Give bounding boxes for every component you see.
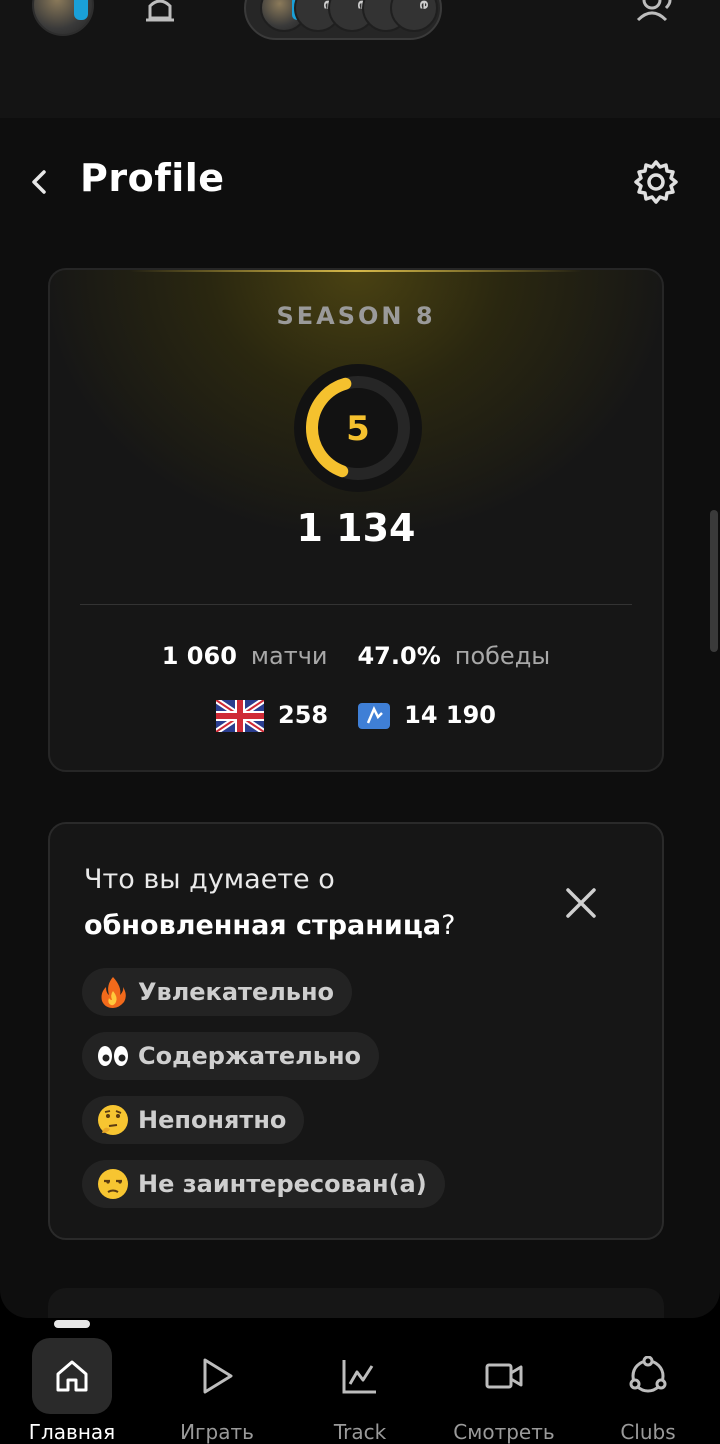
nav-label: Играть [180,1420,254,1444]
feedback-option-informative[interactable]: Содержательно [82,1032,380,1080]
match-stats: 1 060 матчи 47.0% победы [50,642,662,670]
friends-icon[interactable] [634,0,680,30]
party-widget[interactable]: ue ue ue ue [244,0,442,40]
feedback-subject: обновленная страница [84,910,442,941]
option-label: Содержательно [138,1042,362,1070]
nav-label: Track [333,1420,387,1444]
winrate-value: 47.0% [357,642,441,670]
option-label: Увлекательно [138,978,335,1006]
thinking-face-icon [98,1105,128,1135]
option-label: Не заинтересован(а) [138,1170,427,1198]
feedback-question: Что вы думаете о [84,864,335,895]
nav-clubs[interactable]: Clubs [588,1336,708,1444]
video-icon [485,1363,523,1389]
feedback-option-not-interested[interactable]: Не заинтересован(а) [82,1160,445,1208]
play-icon [203,1358,233,1394]
user-avatar[interactable] [32,0,94,36]
question-mark: ? [441,910,456,941]
gear-icon[interactable] [632,158,680,206]
nav-label: Смотреть [453,1420,555,1444]
clubs-icon [629,1356,667,1393]
nav-home[interactable]: Главная [12,1336,132,1444]
season-stats-card: SEASON 8 5 1 134 1 060 матчи 47.0% победы 2… [48,268,664,772]
scrollbar[interactable] [710,510,718,652]
feedback-card: Что вы думаете о обновленная страница? У… [48,822,664,1240]
feedback-option-exciting[interactable]: Увлекательно [82,968,353,1016]
active-tab-indicator [54,1320,90,1328]
country-rank: 258 [278,701,329,729]
matches-value: 1 060 [161,642,237,670]
season-label: SEASON 8 [276,302,436,330]
home-icon [56,1360,88,1392]
bell-icon[interactable] [140,0,180,32]
profile-content: Profile SEASON 8 5 1 134 1 060 матчи 47.0%… [0,118,720,1318]
close-icon[interactable] [564,886,598,920]
ranking-stats: 258 14 190 [50,700,662,732]
level-number: 5 [346,409,370,449]
feedback-question-subject: обновленная страница? [84,910,455,941]
party-slot-label: ue [416,0,432,9]
top-bar: ue ue ue ue [0,0,720,118]
bottom-navigation: Главная Играть Track Смотреть Clubs [0,1318,720,1444]
uk-flag-icon [216,700,265,732]
back-arrow-icon[interactable] [22,164,58,200]
eyes-icon [98,1046,128,1066]
winrate-label: победы [454,642,551,670]
nav-track[interactable]: Track [300,1336,420,1444]
divider [80,604,632,605]
matches-label: матчи [250,642,328,670]
nav-label: Главная [28,1420,116,1444]
region-rank-icon [358,703,391,729]
page-title: Profile [80,156,225,200]
unamused-face-icon [98,1169,128,1199]
elo-value: 1 134 [296,506,416,550]
nav-watch[interactable]: Смотреть [444,1336,564,1444]
nav-play[interactable]: Играть [157,1336,277,1444]
option-label: Непонятно [138,1106,287,1134]
feedback-option-unclear[interactable]: Непонятно [82,1096,305,1144]
nav-label: Clubs [620,1420,676,1444]
next-card-peek [48,1288,664,1318]
fire-icon [101,977,126,1008]
region-rank: 14 190 [404,701,496,729]
skill-level-badge: 5 [294,364,422,492]
chart-icon [342,1360,376,1394]
